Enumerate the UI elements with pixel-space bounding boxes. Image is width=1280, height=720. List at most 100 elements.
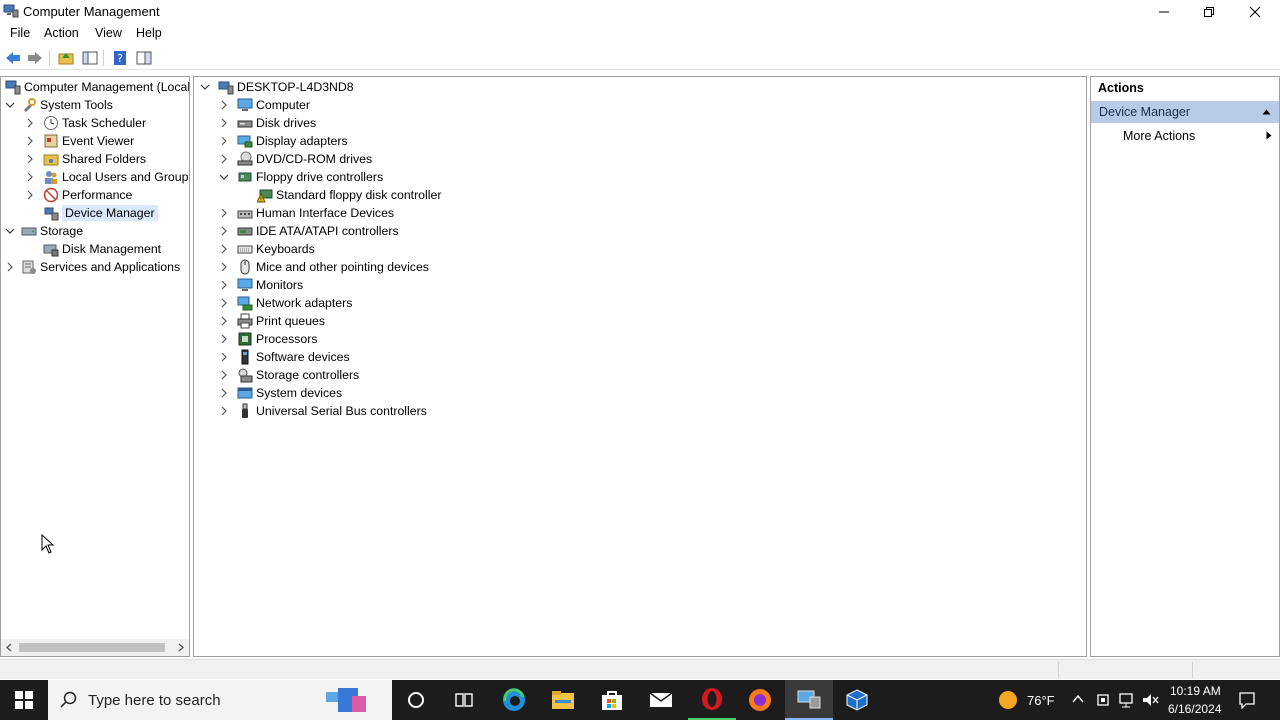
device-category-network[interactable]: Network adapters (219, 294, 352, 312)
weather-sun-icon[interactable] (998, 690, 1018, 710)
show-hide-console-tree-button[interactable] (80, 48, 100, 68)
tree-item-local-users[interactable]: Local Users and Groups (25, 168, 189, 186)
hid-icon (237, 210, 253, 219)
task-view-button[interactable] (440, 680, 488, 720)
clock-time[interactable]: 10:19 AM (1170, 684, 1221, 698)
chevron-right-icon (221, 262, 227, 272)
scroll-left-icon[interactable] (5, 643, 13, 652)
mouse-cursor-icon (41, 534, 55, 554)
menu-file[interactable]: File (10, 26, 30, 40)
device-category-software[interactable]: Software devices (219, 348, 350, 366)
taskbar-app-opera[interactable] (688, 680, 736, 720)
meet-now-icon[interactable] (1096, 692, 1110, 708)
chevron-right-icon (221, 316, 227, 326)
device-category-floppy-controllers[interactable]: Floppy drive controllers (219, 168, 383, 186)
software-device-icon (241, 349, 249, 365)
taskbar-app-file-explorer[interactable] (539, 680, 587, 720)
forward-button[interactable] (25, 48, 45, 68)
tree-item-disk-management[interactable]: Disk Management (43, 240, 161, 258)
horizontal-scrollbar[interactable] (1, 639, 189, 656)
clock-date[interactable]: 6/16/2024 (1168, 702, 1221, 716)
tree-item-device-manager[interactable]: Device Manager (43, 204, 158, 222)
device-category-storage-controllers[interactable]: Storage controllers (219, 366, 359, 384)
show-hide-action-pane-button[interactable] (134, 48, 154, 68)
device-standard-floppy-controller[interactable]: ! Standard floppy disk controller (257, 186, 441, 204)
device-category-label: Processors (256, 332, 318, 346)
device-category-dvd-cd-rom[interactable]: DVD/CD-ROM drives (219, 150, 372, 168)
chevron-right-icon (221, 334, 227, 344)
actions-section-device-manager[interactable]: Device Manager (1091, 101, 1279, 123)
ide-controller-icon (237, 227, 253, 236)
tree-item-services[interactable]: Services and Applications (5, 258, 180, 276)
chevron-right-icon (221, 118, 227, 128)
start-button[interactable] (0, 680, 48, 720)
toolbar: ? (0, 46, 1280, 70)
menu-view[interactable]: View (95, 26, 122, 40)
notification-icon[interactable] (1238, 691, 1256, 709)
back-button[interactable] (3, 48, 23, 68)
back-arrow-icon (6, 52, 20, 64)
console-tree-icon (82, 51, 98, 65)
tree-item-storage[interactable]: Storage (5, 222, 83, 240)
tree-item-label: Storage (40, 224, 84, 238)
scrollbar-thumb[interactable] (19, 643, 165, 652)
controller-icon (238, 172, 252, 182)
device-category-print-queues[interactable]: Print queues (219, 312, 325, 330)
device-tree-root[interactable]: DESKTOP-L4D3ND8 (200, 78, 354, 96)
services-icon (22, 260, 36, 274)
tree-item-shared-folders[interactable]: Shared Folders (25, 150, 146, 168)
chevron-right-icon (221, 244, 227, 254)
minimize-button[interactable] (1141, 0, 1187, 24)
chevron-right-icon (221, 280, 227, 290)
disk-management-icon (43, 244, 59, 257)
device-category-processors[interactable]: Processors (219, 330, 318, 348)
taskbar-app-store[interactable] (588, 680, 636, 720)
help-button[interactable]: ? (110, 48, 130, 68)
menu-help[interactable]: Help (136, 26, 162, 40)
menu-action[interactable]: Action (44, 26, 79, 40)
cortana-icon (408, 692, 424, 708)
device-category-keyboards[interactable]: Keyboards (219, 240, 315, 258)
taskbar-app-firefox[interactable] (736, 680, 784, 720)
device-category-usb[interactable]: Universal Serial Bus controllers (219, 402, 427, 420)
window-title: Computer Management (23, 4, 160, 19)
chevron-up-icon[interactable] (1072, 694, 1084, 704)
chevron-right-icon (27, 154, 33, 164)
taskbar-search-box[interactable]: Type here to search (48, 680, 392, 720)
device-category-mice[interactable]: Mice and other pointing devices (219, 258, 429, 276)
collapse-up-icon[interactable] (1262, 109, 1271, 115)
tree-item-task-scheduler[interactable]: Task Scheduler (25, 114, 146, 132)
network-icon[interactable] (1118, 692, 1136, 708)
device-category-monitors[interactable]: Monitors (219, 276, 303, 294)
chevron-right-icon (221, 100, 227, 110)
up-one-level-button[interactable] (56, 48, 76, 68)
device-category-disk-drives[interactable]: Disk drives (219, 114, 316, 132)
device-category-computer[interactable]: Computer (219, 96, 310, 114)
device-category-hid[interactable]: Human Interface Devices (219, 204, 394, 222)
volume-muted-icon[interactable] (1142, 692, 1160, 708)
tree-item-performance[interactable]: Performance (25, 186, 132, 204)
more-actions-item[interactable]: More Actions (1123, 129, 1195, 143)
tree-item-system-tools[interactable]: System Tools (5, 96, 113, 114)
device-category-label: Monitors (256, 278, 304, 292)
cortana-button[interactable] (392, 680, 440, 720)
device-category-system-devices[interactable]: System devices (219, 384, 342, 402)
chevron-down-icon (219, 174, 229, 180)
taskbar-app-computer-management[interactable] (785, 680, 833, 720)
tree-item-event-viewer[interactable]: Event Viewer (25, 132, 134, 150)
folder-up-icon (58, 53, 74, 65)
device-category-display-adapters[interactable]: Display adapters (219, 132, 348, 150)
close-button[interactable] (1232, 0, 1278, 24)
taskbar-app-virtualbox[interactable] (833, 680, 881, 720)
taskbar-app-mail[interactable] (637, 680, 685, 720)
title-bar: Computer Management (0, 0, 1280, 24)
toolbar-separator (103, 50, 104, 66)
weather-temperature[interactable]: 76°F (1027, 693, 1055, 708)
tree-root[interactable]: Computer Management (Local (5, 78, 189, 96)
performance-icon (43, 187, 59, 203)
restore-button[interactable] (1186, 0, 1232, 24)
scroll-right-icon[interactable] (177, 643, 185, 652)
users-icon (45, 171, 57, 184)
device-category-ide-ata[interactable]: IDE ATA/ATAPI controllers (219, 222, 399, 240)
taskbar-app-edge[interactable] (490, 680, 538, 720)
